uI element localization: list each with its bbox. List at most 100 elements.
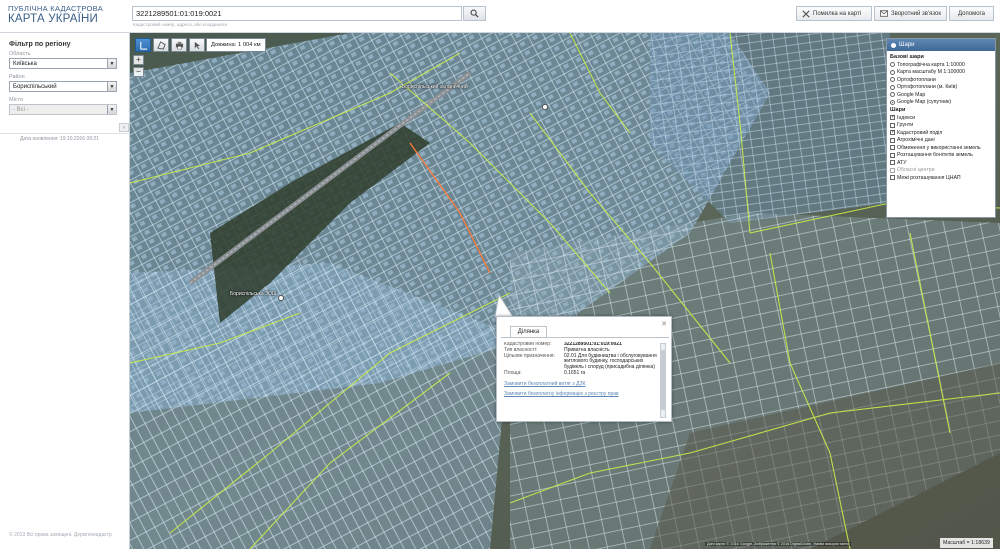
overlay-layer-label: Кадастровий поділ: [897, 129, 943, 136]
overlay-layer-option[interactable]: ✓ Кадастровий поділ: [890, 129, 992, 137]
measure-readout: Довжина: 1 004 км: [206, 38, 266, 52]
measure-area-button[interactable]: [153, 38, 169, 52]
help-button[interactable]: Допомога: [949, 6, 994, 21]
map-canvas[interactable]: Бориспільська ЗОШ Бориспільський залізни…: [130, 33, 1000, 549]
mail-icon: [880, 10, 888, 17]
base-layer-label: Ортофотоплани (м. Київ): [897, 84, 958, 91]
info-tool-button[interactable]: [189, 38, 205, 52]
region-select[interactable]: Київська ▼: [9, 58, 117, 69]
district-value: Бориспільський: [13, 84, 57, 90]
search-icon: [470, 9, 479, 18]
header: ПУБЛІЧНА КАДАСТРОВА КАРТА УКРАЇНИ Кадаст…: [0, 0, 1000, 33]
checkbox[interactable]: [890, 160, 895, 166]
checkbox[interactable]: [890, 152, 895, 158]
layers-icon: [891, 42, 896, 48]
zoom-out-button[interactable]: −: [133, 67, 144, 77]
base-layer-label: Google Map: [897, 91, 926, 98]
parcel-row: Цільове призначення: 02.01 Для будівництв…: [504, 353, 660, 371]
chevron-down-icon: ▼: [107, 105, 116, 114]
overlay-layer-option[interactable]: Обмеження у використанні земель: [890, 144, 992, 152]
base-layer-label: Топографічна карта 1:10000: [897, 61, 965, 68]
overlay-layer-option[interactable]: ✓ Індекси: [890, 114, 992, 122]
overlay-layer-option[interactable]: Агрохімічні дані: [890, 137, 992, 145]
checkbox[interactable]: ✓: [890, 115, 895, 121]
zoom-control: + −: [133, 55, 144, 79]
order-rights-info-link[interactable]: Замовити безоплатну інформацію з реєстру…: [504, 391, 660, 397]
overlay-layer-option[interactable]: Розташування бонітетів земель: [890, 152, 992, 160]
checkbox[interactable]: [890, 137, 895, 143]
base-layer-option[interactable]: Ортофотоплани (м. Київ): [890, 84, 992, 92]
zoom-in-button[interactable]: +: [133, 55, 144, 65]
map-label-school: Бориспільська ЗОШ: [230, 291, 277, 297]
print-button[interactable]: [171, 38, 187, 52]
close-icon[interactable]: ✕: [661, 320, 667, 328]
overlay-layer-option[interactable]: АТУ: [890, 159, 992, 167]
scrollbar-thumb[interactable]: [661, 350, 665, 410]
region-value: Київська: [13, 61, 37, 67]
checkbox[interactable]: [890, 145, 895, 151]
poi-marker-icon[interactable]: [278, 295, 284, 301]
checkbox[interactable]: [890, 175, 895, 181]
city-select[interactable]: - Всі - ▼: [9, 104, 117, 115]
parcel-popup: ✕ Ділянка Кадастровий номер: 3221289501:0…: [496, 316, 672, 422]
tools-icon: [802, 9, 810, 18]
checkbox[interactable]: [890, 167, 895, 173]
layers-body: Базові шари Топографічна карта 1:10000 Ка…: [887, 51, 995, 184]
base-layer-option[interactable]: Топографічна карта 1:10000: [890, 61, 992, 69]
feedback-button[interactable]: Зворотний зв'язок: [874, 6, 947, 21]
region-label: Область: [9, 51, 31, 57]
radio-button[interactable]: [890, 62, 895, 68]
radio-button[interactable]: [890, 92, 895, 98]
overlay-layer-label: Обмеження у використанні земель: [897, 144, 981, 151]
overlay-layer-label: АТУ: [897, 159, 907, 166]
map-label-station: Бориспільський залізничний: [402, 84, 468, 90]
base-layer-option[interactable]: Ортофотоплани: [890, 76, 992, 84]
report-error-button[interactable]: Помилка на карті: [796, 6, 872, 21]
scale-bar: Масштаб = 1:18639: [940, 538, 993, 548]
parcel-key: Площа:: [504, 369, 522, 376]
overlay-layer-option[interactable]: Ґрунти: [890, 122, 992, 130]
overlay-layers-list: ✓ Індекси Ґрунти ✓ Кадастровий поділ Агрохімі…: [890, 114, 992, 182]
area-icon: [156, 40, 166, 50]
checkbox[interactable]: [890, 122, 895, 128]
collapse-sidebar-button[interactable]: ‹: [119, 123, 129, 132]
poi-marker-icon[interactable]: [542, 104, 548, 110]
feedback-label: Зворотний зв'язок: [890, 10, 941, 17]
radio-button[interactable]: [890, 99, 895, 105]
report-error-label: Помилка на карті: [813, 10, 862, 17]
overlay-layer-label: Розташування бонітетів земель: [897, 152, 973, 159]
radio-button[interactable]: [890, 69, 895, 75]
base-layer-option[interactable]: Google Map (супутник): [890, 99, 992, 107]
radio-button[interactable]: [890, 84, 895, 90]
chevron-left-icon: ‹: [123, 124, 125, 131]
divider: [0, 133, 129, 134]
help-label: Допомога: [958, 10, 985, 17]
base-layer-option[interactable]: Карта масштабу М 1:100000: [890, 69, 992, 77]
order-extract-link[interactable]: Замовити безоплатний витяг з ДЗК: [504, 381, 660, 387]
search-input[interactable]: [132, 6, 462, 21]
base-layer-option[interactable]: Google Map: [890, 91, 992, 99]
overlay-layer-label: Індекси: [897, 114, 916, 121]
data-update-date: Дата оновлення: 19.10.2016 09:21: [20, 136, 99, 142]
district-label: Район: [9, 74, 25, 80]
search-button[interactable]: [463, 6, 486, 21]
logo[interactable]: ПУБЛІЧНА КАДАСТРОВА КАРТА УКРАЇНИ: [8, 5, 123, 25]
map-attribution[interactable]: Дані карти © 2016 Google, Зображення © 2…: [705, 542, 852, 546]
overlay-layer-label: Межі розташування ЦНАП: [897, 174, 961, 181]
overlay-layer-option[interactable]: Межі розташування ЦНАП: [890, 174, 992, 182]
base-layer-label: Карта масштабу М 1:100000: [897, 69, 966, 76]
popup-scrollbar[interactable]: [660, 343, 666, 418]
layers-title: Шари: [899, 42, 915, 48]
checkbox[interactable]: ✓: [890, 130, 895, 136]
district-select[interactable]: Бориспільський ▼: [9, 81, 117, 92]
radio-button[interactable]: [890, 77, 895, 83]
filter-sidebar: Фільтр по регіону Область Київська ▼ Рай…: [0, 33, 130, 549]
base-layers-list: Топографічна карта 1:10000 Карта масштабу…: [890, 61, 992, 106]
layers-header[interactable]: Шари: [887, 39, 995, 51]
ruler-icon: [139, 41, 147, 50]
city-label: Місто: [9, 97, 24, 103]
logo-line-2: КАРТА УКРАЇНИ: [8, 12, 98, 25]
overlay-layer-option[interactable]: Обласні центри: [890, 167, 992, 175]
measure-length-button[interactable]: [135, 38, 151, 52]
logo-line-1: ПУБЛІЧНА КАДАСТРОВА: [8, 4, 103, 13]
